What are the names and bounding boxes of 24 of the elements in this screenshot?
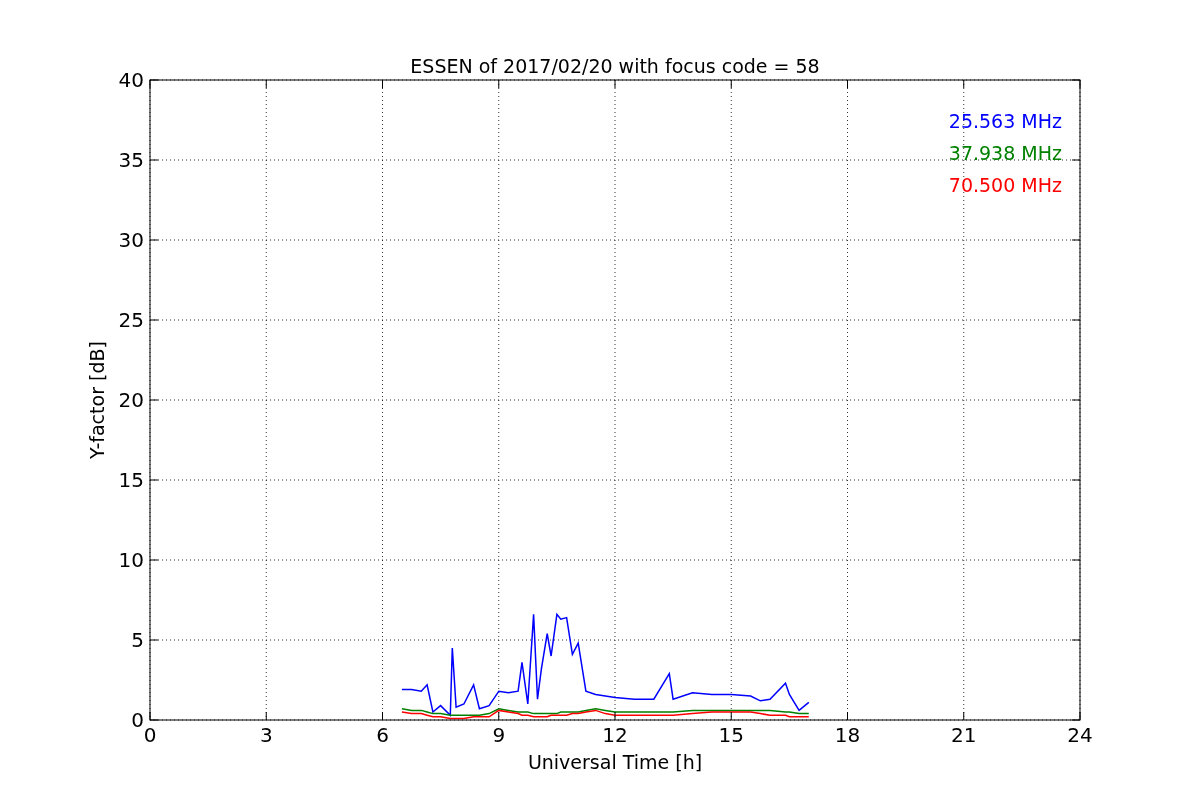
y-tick-label: 15 [118,468,144,492]
y-tick-label: 10 [118,548,144,572]
x-tick-label: 24 [1067,723,1093,747]
x-tick-label: 12 [602,723,628,747]
legend-label: 37.938 MHz [948,142,1062,164]
x-tick-label: 3 [259,723,273,747]
legend-label: 25.563 MHz [948,110,1062,132]
x-axis-label: Universal Time [h] [527,751,703,773]
x-tick-label: 18 [834,723,861,747]
x-tick-label: 15 [718,723,744,747]
x-tick-label: 6 [376,723,389,747]
x-tick-label: 21 [951,723,977,747]
y-tick-label: 35 [118,148,144,172]
legend-label: 70.500 MHz [948,174,1062,196]
y-tick-label: 5 [131,628,144,652]
chart-title: ESSEN of 2017/02/20 with focus code = 58 [410,55,820,77]
y-tick-label: 0 [131,708,144,732]
y-tick-label: 30 [118,228,144,252]
y-axis-label: Y-factor [dB] [86,341,108,459]
y-tick-label: 25 [118,308,144,332]
y-tick-label: 40 [118,68,144,92]
x-tick-label: 9 [492,723,506,747]
x-tick-label: 0 [143,723,157,747]
y-tick-label: 20 [118,388,144,412]
